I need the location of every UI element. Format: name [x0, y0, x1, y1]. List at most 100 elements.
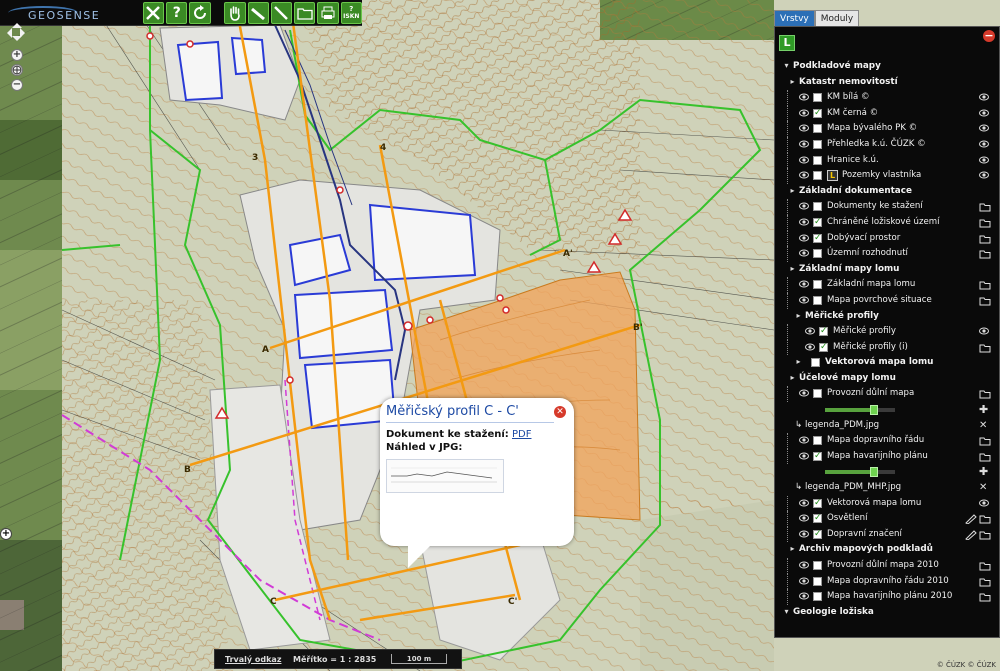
layer-checkbox[interactable] — [813, 527, 822, 542]
layer-edit-icon[interactable] — [965, 529, 977, 541]
permalink-link[interactable]: Trvalý odkaz — [215, 655, 293, 664]
layer-checkbox[interactable] — [813, 592, 822, 602]
popup-close-button[interactable]: ✕ — [554, 406, 566, 418]
layer-checkbox[interactable] — [813, 249, 822, 259]
layer-folder-icon[interactable] — [979, 576, 991, 587]
layer-checkbox[interactable] — [813, 202, 822, 212]
visibility-eye-icon[interactable] — [799, 295, 809, 306]
visibility-eye-icon[interactable] — [799, 233, 809, 244]
layer-folder-icon[interactable] — [979, 342, 991, 353]
layer-label[interactable]: legenda_PDM_MHP.jpg — [805, 480, 901, 496]
visibility-eye-icon[interactable] — [799, 513, 809, 524]
tab-moduly[interactable]: Moduly — [814, 10, 860, 26]
layer-folder-icon[interactable] — [979, 233, 991, 244]
layer-checkbox[interactable] — [813, 231, 822, 246]
visibility-eye-icon[interactable] — [799, 201, 809, 212]
expand-toggle-icon[interactable]: ▸ — [789, 186, 796, 195]
layer-checkbox[interactable] — [813, 576, 822, 586]
iskn-button[interactable]: ? ISKN — [340, 1, 362, 24]
layer-folder-icon[interactable] — [979, 591, 991, 602]
visibility-eye-icon[interactable] — [799, 435, 809, 446]
layer-checkbox[interactable] — [819, 340, 828, 355]
layer-checkbox[interactable] — [813, 155, 822, 165]
zoom-to-layer-icon[interactable]: ✚ — [979, 404, 991, 415]
visibility-eye-icon[interactable] — [799, 279, 809, 290]
pan-right-arrow-icon[interactable] — [20, 28, 30, 38]
visibility-eye-icon[interactable] — [799, 123, 809, 134]
layer-checkbox[interactable] — [819, 324, 828, 340]
measure-button[interactable] — [247, 1, 269, 24]
tools-button[interactable] — [142, 1, 165, 24]
layer-checkbox[interactable] — [813, 561, 822, 570]
pan-button[interactable] — [224, 1, 246, 24]
visibility-eye-icon[interactable] — [799, 451, 809, 462]
layer-visibility-icon[interactable] — [979, 326, 991, 337]
visibility-eye-icon[interactable] — [805, 342, 815, 353]
layer-folder-icon[interactable] — [979, 560, 991, 571]
layer-checkbox[interactable] — [813, 389, 822, 399]
remove-legend-icon[interactable]: ✕ — [979, 420, 991, 431]
visibility-eye-icon[interactable] — [799, 498, 809, 509]
layer-checkbox[interactable] — [813, 511, 822, 527]
layer-checkbox[interactable] — [813, 295, 822, 305]
layer-folder-icon[interactable] — [979, 451, 991, 462]
layer-folder-icon[interactable] — [979, 529, 991, 540]
expand-toggle-icon[interactable]: ▾ — [783, 62, 790, 70]
layer-checkbox[interactable] — [813, 93, 822, 103]
visibility-eye-icon[interactable] — [799, 591, 809, 602]
zoom-out-button[interactable]: − — [11, 79, 23, 91]
visibility-eye-icon[interactable] — [799, 576, 809, 587]
draw-button[interactable] — [270, 1, 293, 24]
layer-folder-icon[interactable] — [979, 201, 991, 212]
expand-toggle-icon[interactable]: ▸ — [795, 311, 802, 320]
refresh-button[interactable] — [189, 1, 211, 24]
tab-vrstvy[interactable]: Vrstvy — [774, 10, 815, 26]
layer-checkbox[interactable] — [813, 106, 822, 121]
visibility-eye-icon[interactable] — [799, 92, 809, 103]
help-button[interactable]: ? — [166, 1, 188, 24]
expand-toggle-icon[interactable]: ▸ — [789, 264, 796, 273]
visibility-eye-icon[interactable] — [799, 108, 809, 119]
layer-folder-icon[interactable] — [979, 513, 991, 524]
popup-pdf-link[interactable]: PDF — [512, 429, 531, 440]
expand-toggle-icon[interactable]: ▸ — [789, 545, 796, 553]
layer-folder-icon[interactable] — [979, 279, 991, 290]
zoom-to-layer-icon[interactable]: ✚ — [979, 466, 991, 477]
visibility-eye-icon[interactable] — [799, 248, 809, 259]
visibility-eye-icon[interactable] — [799, 217, 809, 228]
visibility-eye-icon[interactable] — [799, 139, 809, 150]
layer-folder-icon[interactable] — [979, 388, 991, 399]
visibility-eye-icon[interactable] — [799, 170, 809, 181]
layer-folder-icon[interactable] — [979, 248, 991, 259]
layer-folder-icon[interactable] — [979, 295, 991, 306]
visibility-eye-icon[interactable] — [799, 388, 809, 399]
layer-checkbox[interactable] — [813, 280, 822, 290]
zoom-world-button[interactable] — [11, 64, 23, 76]
layer-checkbox[interactable] — [813, 171, 822, 181]
layer-checkbox[interactable] — [813, 449, 822, 464]
layer-visibility-icon[interactable] — [979, 170, 991, 181]
pan-left-arrow-icon[interactable] — [2, 28, 12, 38]
print-button[interactable] — [317, 1, 339, 24]
layer-label[interactable]: legenda_PDM.jpg — [805, 418, 879, 434]
expand-toggle-icon[interactable]: ▸ — [789, 373, 796, 382]
opacity-slider[interactable] — [825, 467, 895, 478]
profile-preview-thumbnail[interactable] — [386, 459, 504, 493]
layer-checkbox[interactable] — [811, 358, 820, 368]
layer-visibility-icon[interactable] — [979, 108, 991, 119]
layer-checkbox[interactable] — [813, 215, 822, 231]
expand-toggle-icon[interactable]: ▸ — [795, 358, 802, 366]
opacity-slider[interactable] — [825, 405, 895, 416]
visibility-eye-icon[interactable] — [799, 560, 809, 571]
layer-visibility-icon[interactable] — [979, 123, 991, 134]
zoom-in-button[interactable]: + — [11, 49, 23, 61]
visibility-eye-icon[interactable] — [799, 155, 809, 166]
expand-toggle-icon[interactable]: ▾ — [783, 607, 790, 616]
layer-checkbox[interactable] — [813, 139, 822, 149]
layer-checkbox[interactable] — [813, 436, 822, 446]
slider-knob[interactable] — [870, 467, 878, 478]
layer-visibility-icon[interactable] — [979, 139, 991, 150]
layer-visibility-icon[interactable] — [979, 155, 991, 166]
layer-edit-icon[interactable] — [965, 513, 977, 525]
pan-up-arrow-icon[interactable] — [12, 18, 22, 28]
